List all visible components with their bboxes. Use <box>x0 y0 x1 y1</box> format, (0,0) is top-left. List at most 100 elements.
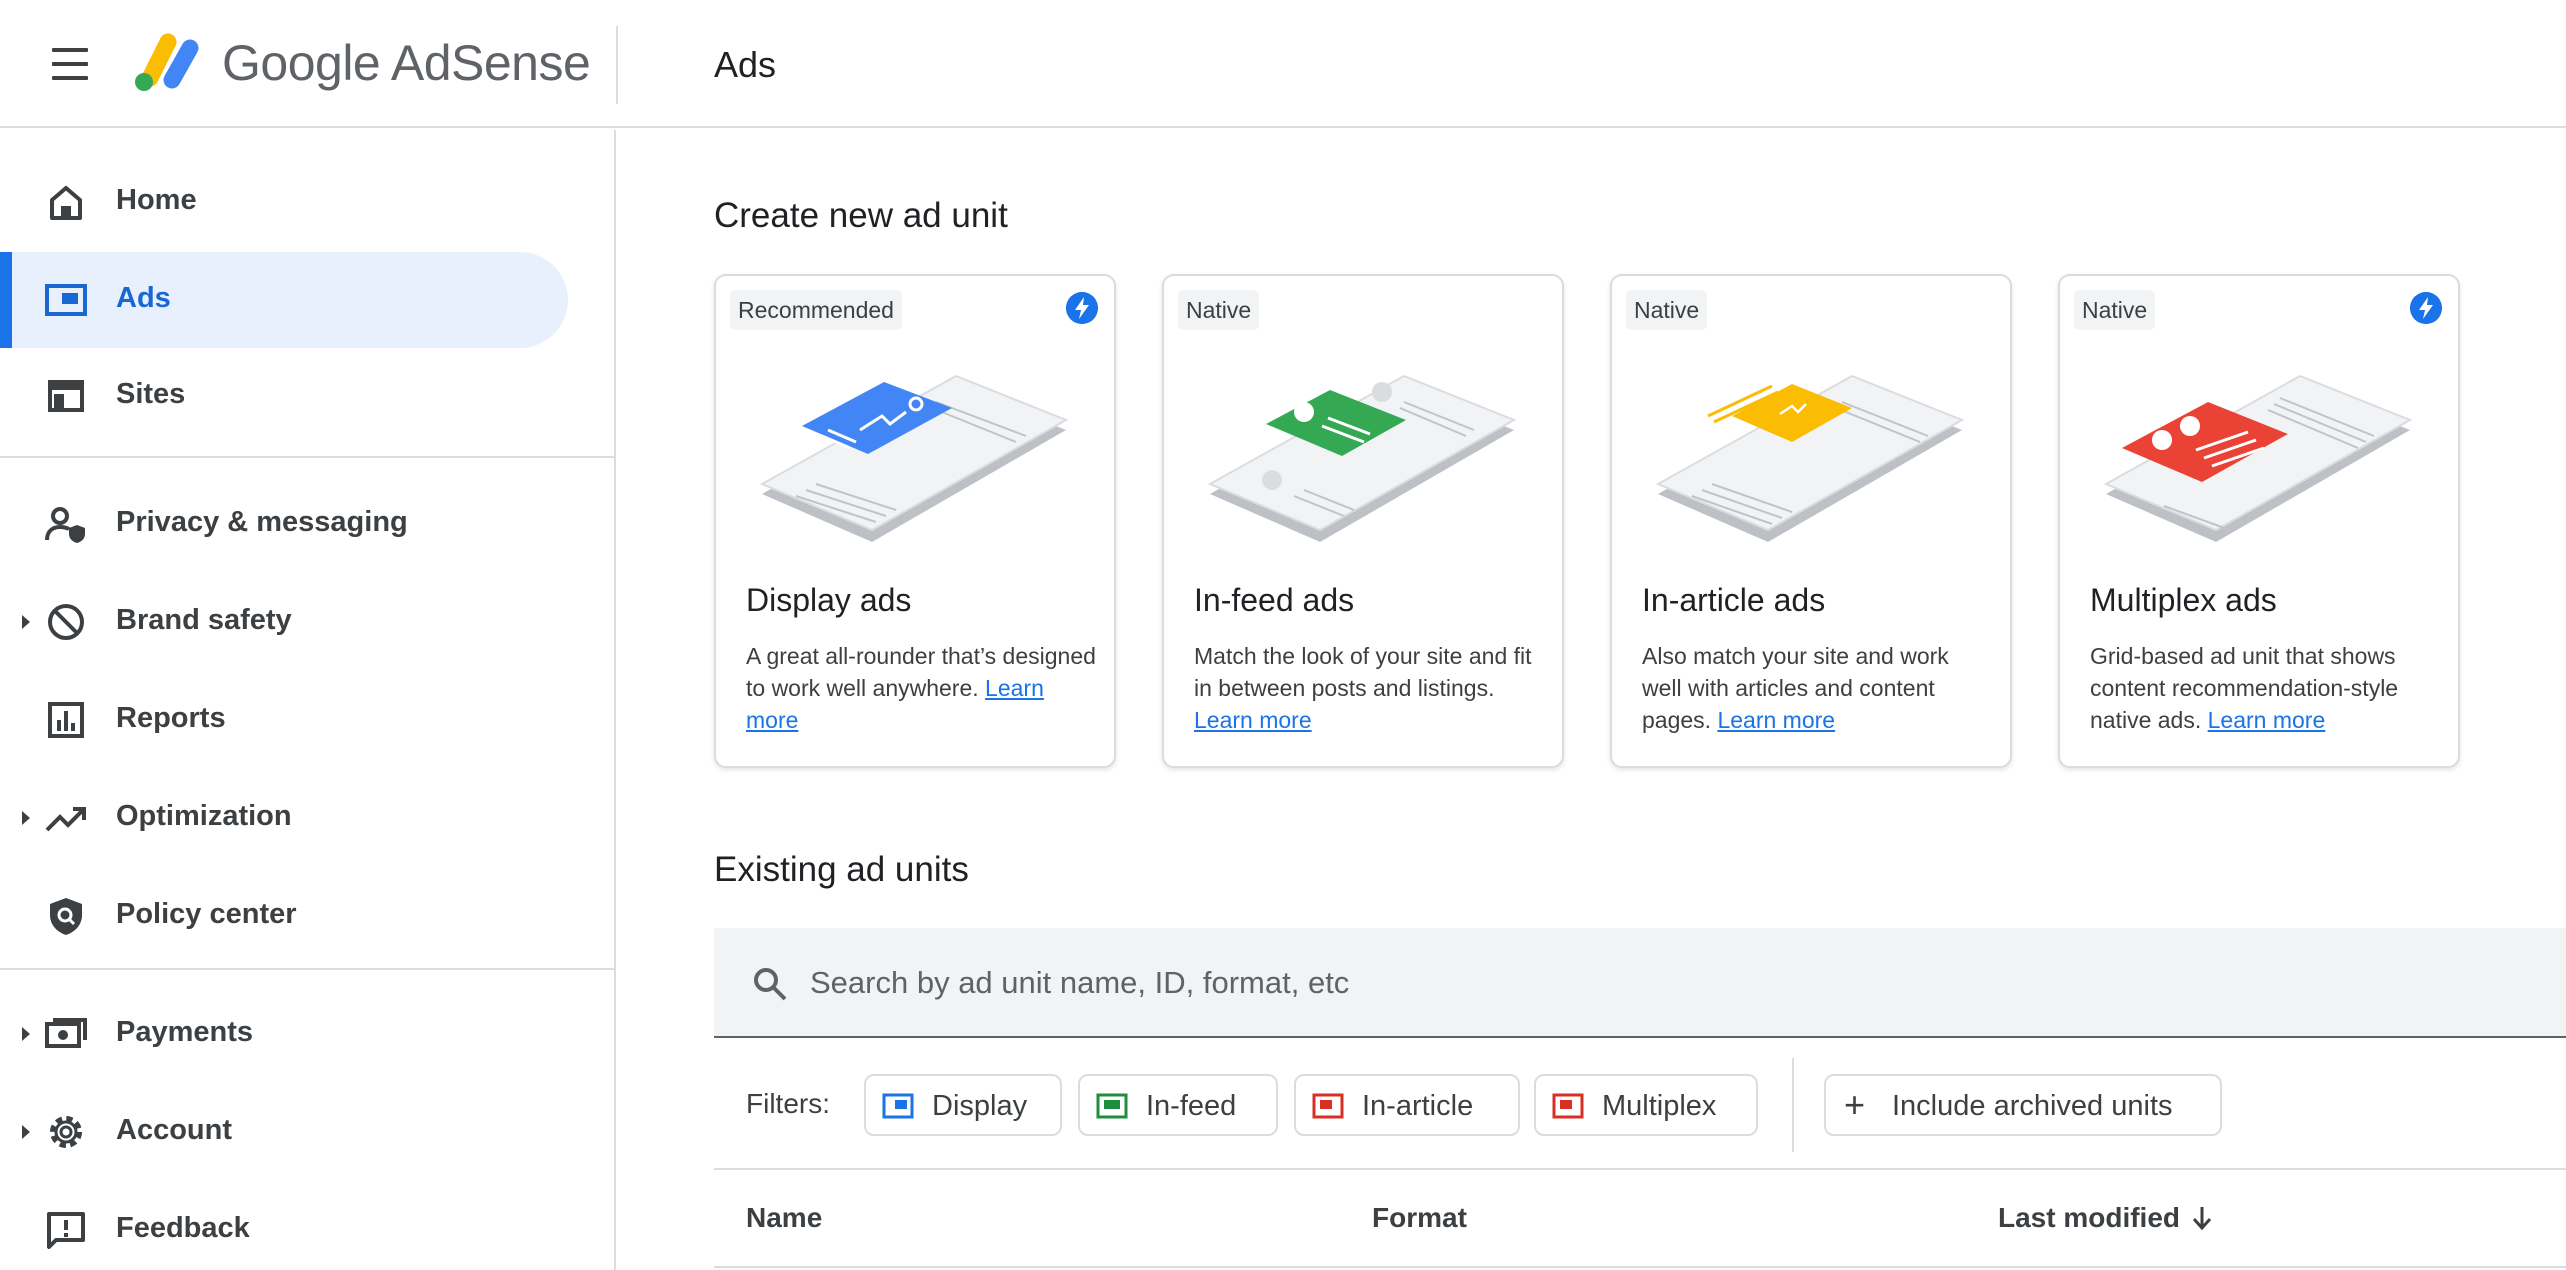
sidebar-item-label: Home <box>116 184 197 216</box>
filter-chip-in-article[interactable]: In-article <box>1294 1074 1520 1136</box>
expand-caret-icon[interactable] <box>22 811 30 825</box>
include-archived-button[interactable]: + Include archived units <box>1824 1074 2222 1136</box>
ads-icon <box>45 284 87 316</box>
multiplex-ads-illustration <box>2103 374 2413 542</box>
card-title: In-feed ads <box>1194 582 1355 618</box>
home-icon <box>50 186 82 220</box>
filters-label: Filters: <box>746 1088 830 1119</box>
in-article-ads-card[interactable]: Native In-article ads Also match your si… <box>1610 274 2012 768</box>
card-chip: Native <box>1178 290 1260 330</box>
trending-up-icon <box>45 807 86 832</box>
sidebar-item-label: Optimization <box>116 800 292 832</box>
multiplex-ads-card[interactable]: Native Multiplex ads Grid-based ad unit … <box>2058 274 2460 768</box>
table-header-divider <box>714 1266 2566 1268</box>
block-icon <box>48 604 84 640</box>
sidebar-item-ads[interactable]: Ads <box>0 252 568 348</box>
ad-unit-search-bar <box>714 928 2566 1038</box>
page-title: Ads <box>714 44 777 85</box>
expand-caret-icon[interactable] <box>22 1027 30 1041</box>
sites-icon <box>48 380 84 412</box>
card-title: Multiplex ads <box>2090 582 2277 618</box>
filter-label: Display <box>932 1090 1028 1122</box>
card-description-text: Match the look of your site and fit in b… <box>1194 643 1532 701</box>
filter-chip-multiplex[interactable]: Multiplex <box>1534 1074 1758 1136</box>
plus-icon: + <box>1844 1084 1866 1125</box>
column-header-last-modified[interactable]: Last modified <box>1998 1202 2180 1234</box>
learn-more-link[interactable]: Learn more <box>1194 707 1312 733</box>
reports-icon <box>48 702 84 738</box>
card-chip: Native <box>1626 290 1708 330</box>
expand-caret-icon[interactable] <box>22 615 30 629</box>
in-feed-format-icon <box>1096 1093 1128 1119</box>
in-feed-ads-illustration <box>1207 374 1517 542</box>
header-divider <box>616 26 618 104</box>
sidebar-item-account[interactable]: Account <box>0 1084 568 1180</box>
display-ads-card[interactable]: Recommended Display ads A great all-roun… <box>714 274 1116 768</box>
sidebar-item-policy-center[interactable]: Policy center <box>0 868 568 964</box>
in-article-format-icon <box>1312 1093 1344 1119</box>
expand-caret-icon[interactable] <box>22 1125 30 1139</box>
adsense-logo-icon <box>135 33 199 91</box>
nav-divider <box>0 456 614 458</box>
sidebar-item-label: Reports <box>116 702 226 734</box>
filter-divider <box>1792 1058 1794 1152</box>
sidebar-item-reports[interactable]: Reports <box>0 672 568 768</box>
display-ads-illustration <box>759 374 1069 542</box>
in-article-ads-illustration <box>1655 374 1965 542</box>
privacy-icon <box>45 507 85 543</box>
column-header-name[interactable]: Name <box>746 1202 822 1234</box>
sidebar-item-home[interactable]: Home <box>0 154 568 250</box>
filter-chip-in-feed[interactable]: In-feed <box>1078 1074 1278 1136</box>
in-feed-ads-card[interactable]: Native In-feed ads Match the look of you… <box>1162 274 1564 768</box>
learn-more-link[interactable]: Learn more <box>2208 707 2326 733</box>
sidebar-item-label: Policy center <box>116 898 297 930</box>
card-title: In-article ads <box>1642 582 1826 618</box>
card-description: Grid-based ad unit that shows content re… <box>2090 640 2442 736</box>
nav-divider <box>0 968 614 970</box>
sidebar-item-feedback[interactable]: Feedback <box>0 1182 568 1270</box>
payments-icon <box>45 1018 87 1048</box>
sidebar-item-label: Brand safety <box>116 604 292 636</box>
main-menu-button[interactable] <box>46 46 94 82</box>
sidebar-item-brand-safety[interactable]: Brand safety <box>0 574 568 670</box>
sidebar-item-label: Payments <box>116 1016 254 1048</box>
sidebar-item-label: Feedback <box>116 1212 250 1244</box>
sidebar-item-label: Sites <box>116 378 186 410</box>
filter-chip-display[interactable]: Display <box>864 1074 1062 1136</box>
create-section-title: Create new ad unit <box>714 196 1008 235</box>
card-description: A great all-rounder that’s designed to w… <box>746 640 1098 736</box>
display-format-icon <box>882 1093 914 1119</box>
top-app-bar: Google AdSense Ads <box>0 0 2566 128</box>
feedback-icon <box>47 1212 85 1249</box>
multiplex-format-icon <box>1552 1093 1584 1119</box>
sidebar-item-optimization[interactable]: Optimization <box>0 770 568 866</box>
sidebar-item-label: Ads <box>116 282 171 314</box>
table-divider <box>714 1168 2566 1170</box>
sidebar-item-sites[interactable]: Sites <box>0 348 568 444</box>
filter-label: Multiplex <box>1602 1090 1717 1122</box>
logo-text: Google AdSense <box>222 35 591 91</box>
search-icon <box>754 968 787 1001</box>
card-title: Display ads <box>746 582 912 618</box>
sidebar-item-label: Privacy & messaging <box>116 506 408 538</box>
search-input[interactable] <box>810 954 2410 1012</box>
bolt-icon <box>1066 292 1098 324</box>
archived-label: Include archived units <box>1892 1090 2173 1122</box>
filter-label: In-feed <box>1146 1090 1237 1122</box>
gear-icon <box>50 1116 82 1148</box>
learn-more-link[interactable]: Learn more <box>1717 707 1835 733</box>
filter-label: In-article <box>1362 1090 1474 1122</box>
existing-section-title: Existing ad units <box>714 850 969 889</box>
card-description: Match the look of your site and fit in b… <box>1194 640 1546 736</box>
sort-descending-icon[interactable] <box>2190 1204 2214 1232</box>
sidebar-item-privacy-messaging[interactable]: Privacy & messaging <box>0 476 568 572</box>
sidebar-item-label: Account <box>116 1114 232 1146</box>
card-description: Also match your site and work well with … <box>1642 640 1994 736</box>
card-chip: Native <box>2074 290 2156 330</box>
sidebar-nav: Home Ads Sites Privacy & messaging Brand… <box>0 130 616 1270</box>
policy-icon <box>50 898 82 935</box>
sidebar-item-payments[interactable]: Payments <box>0 986 568 1082</box>
card-chip: Recommended <box>730 290 902 330</box>
bolt-icon <box>2410 292 2442 324</box>
column-header-format[interactable]: Format <box>1372 1202 1467 1234</box>
